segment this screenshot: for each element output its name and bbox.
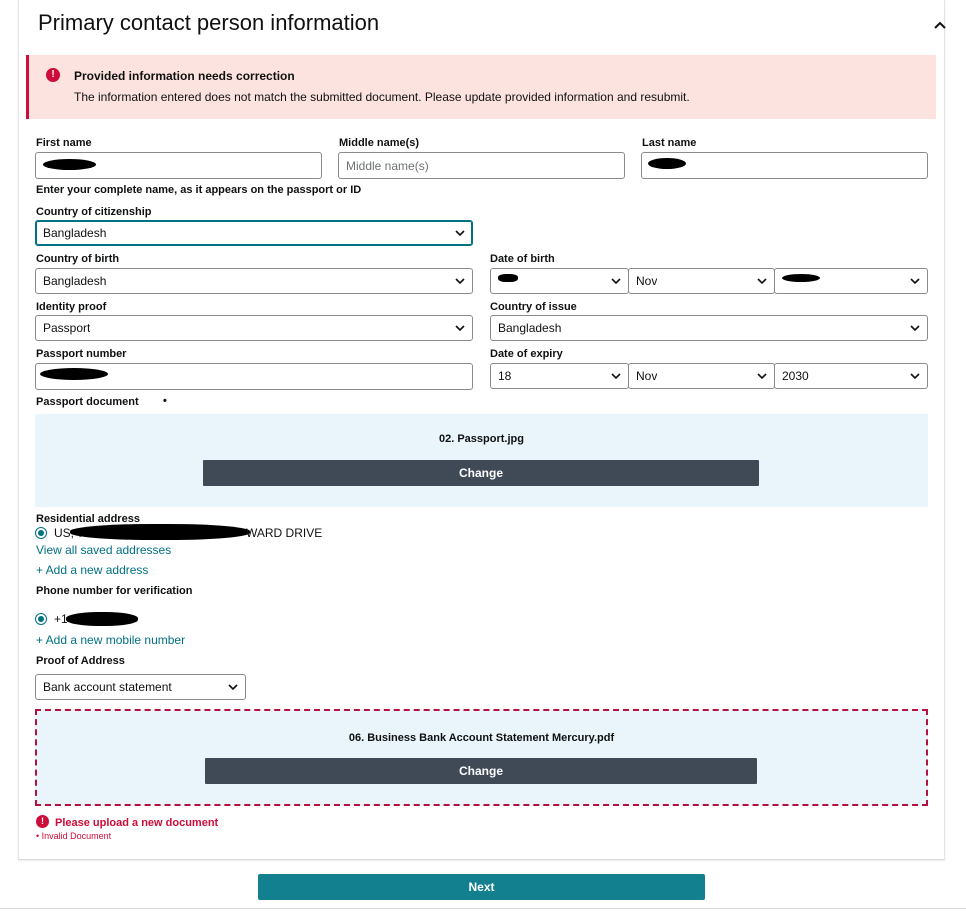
- expiry-day-value: 18: [498, 369, 512, 383]
- proof-address-value: Bank account statement: [43, 680, 172, 694]
- proof-address-select[interactable]: Bank account statement: [35, 674, 246, 700]
- chevron-down-icon: [910, 325, 920, 332]
- residential-address-label: Residential address: [36, 513, 140, 525]
- citizenship-label: Country of citizenship: [36, 206, 152, 218]
- divider: [0, 908, 966, 909]
- dob-month-select[interactable]: Nov: [628, 268, 775, 294]
- address-suffix: WARD DRIVE: [246, 526, 323, 540]
- chevron-down-icon: [611, 278, 621, 285]
- identity-proof-select[interactable]: Passport: [35, 315, 473, 341]
- last-name-label: Last name: [642, 137, 697, 149]
- correction-alert: ! Provided information needs correction …: [26, 55, 936, 119]
- phone-label: Phone number for verification: [36, 585, 193, 597]
- redacted-address: [70, 524, 250, 540]
- address-radio[interactable]: [35, 527, 47, 539]
- upload-error-title: Please upload a new document: [55, 817, 219, 829]
- chevron-down-icon: [455, 230, 465, 237]
- identity-proof-label: Identity proof: [36, 301, 107, 313]
- proof-upload-box: 06. Business Bank Account Statement Merc…: [35, 709, 928, 806]
- radio-selected-dot: [38, 616, 44, 622]
- redacted-dob-year: [782, 274, 820, 282]
- birth-country-label: Country of birth: [36, 253, 120, 265]
- middle-name-input[interactable]: Middle name(s): [338, 152, 625, 179]
- chevron-down-icon: [757, 373, 767, 380]
- citizenship-select[interactable]: Bangladesh: [35, 220, 473, 246]
- expiry-year-select[interactable]: 2030: [774, 363, 928, 389]
- upload-error-detail: • Invalid Document: [36, 831, 112, 841]
- next-button[interactable]: Next: [258, 874, 705, 900]
- dob-month-value: Nov: [636, 274, 658, 288]
- redacted-first-name: [43, 159, 96, 170]
- expiry-year-value: 2030: [782, 369, 809, 383]
- add-mobile-link[interactable]: + Add a new mobile number: [36, 633, 185, 647]
- expiry-label: Date of expiry: [490, 348, 563, 360]
- section-title: Primary contact person information: [38, 10, 380, 35]
- passport-change-button[interactable]: Change: [203, 460, 759, 486]
- passport-file-name: 02. Passport.jpg: [439, 433, 524, 445]
- phone-radio[interactable]: [35, 613, 47, 625]
- collapse-button[interactable]: [929, 14, 951, 36]
- chevron-down-icon: [455, 325, 465, 332]
- chevron-down-icon: [611, 373, 621, 380]
- citizenship-value: Bangladesh: [43, 226, 107, 240]
- redacted-dob-day: [498, 274, 518, 282]
- error-icon: !: [46, 68, 60, 82]
- middle-name-label: Middle name(s): [339, 137, 420, 149]
- error-icon: !: [36, 815, 49, 828]
- redacted-last-name: [648, 158, 686, 169]
- chevron-down-icon: [910, 278, 920, 285]
- issue-country-value: Bangladesh: [498, 321, 562, 335]
- radio-selected-dot: [38, 530, 44, 536]
- expiry-month-select[interactable]: Nov: [628, 363, 775, 389]
- redacted-passport-number: [40, 368, 108, 380]
- chevron-down-icon: [455, 278, 465, 285]
- required-bullet: •: [163, 395, 167, 407]
- first-name-label: First name: [36, 137, 92, 149]
- name-hint: Enter your complete name, as it appears …: [36, 184, 362, 196]
- alert-title: Provided information needs correction: [74, 69, 295, 83]
- redacted-phone: [66, 612, 138, 626]
- alert-body: The information entered does not match t…: [74, 90, 690, 104]
- proof-change-button[interactable]: Change: [205, 758, 757, 784]
- middle-name-placeholder: Middle name(s): [346, 158, 429, 173]
- passport-document-label: Passport document: [36, 396, 139, 408]
- view-saved-addresses-link[interactable]: View all saved addresses: [36, 543, 171, 557]
- chevron-up-icon: [934, 21, 946, 29]
- proof-file-name: 06. Business Bank Account Statement Merc…: [348, 732, 615, 744]
- birth-country-value: Bangladesh: [43, 274, 107, 288]
- chevron-down-icon: [757, 278, 767, 285]
- issue-country-label: Country of issue: [490, 301, 577, 313]
- dob-label: Date of birth: [490, 253, 555, 265]
- proof-address-label: Proof of Address: [36, 655, 125, 667]
- passport-upload-box: 02. Passport.jpg Change: [35, 414, 928, 507]
- chevron-down-icon: [228, 684, 238, 691]
- expiry-day-select[interactable]: 18: [490, 363, 629, 389]
- issue-country-select[interactable]: Bangladesh: [490, 315, 928, 341]
- birth-country-select[interactable]: Bangladesh: [35, 268, 473, 294]
- add-address-link[interactable]: + Add a new address: [36, 563, 148, 577]
- passport-number-label: Passport number: [36, 348, 127, 360]
- chevron-down-icon: [910, 373, 920, 380]
- identity-proof-value: Passport: [43, 321, 91, 335]
- expiry-month-value: Nov: [636, 369, 658, 383]
